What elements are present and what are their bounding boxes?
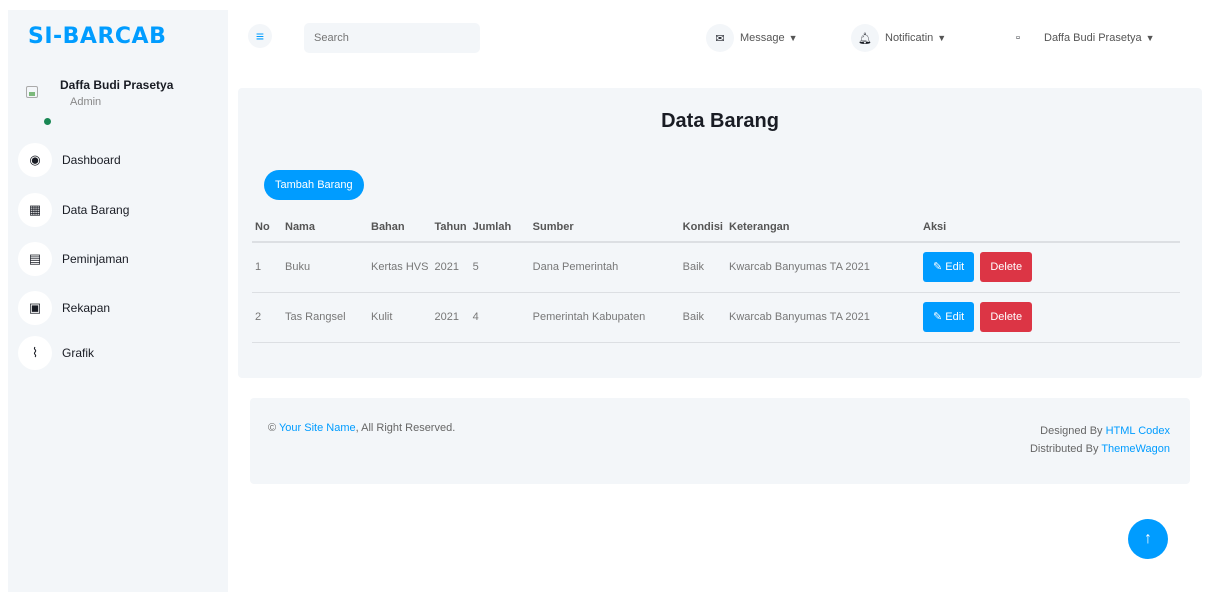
chevron-down-icon: ▼ — [937, 33, 947, 43]
distributor-link[interactable]: ThemeWagon — [1101, 443, 1170, 455]
message-label: Message — [740, 32, 785, 44]
sidebar-item-label: Peminjaman — [62, 252, 129, 266]
edit-icon: ✎ — [933, 261, 946, 274]
profile-name: Daffa Budi Prasetya — [60, 78, 174, 92]
rights-text: , All Right Reserved. — [355, 422, 456, 434]
cell-keterangan: Kwarcab Banyumas TA 2021 — [726, 242, 920, 293]
sidebar-item-label: Data Barang — [62, 203, 130, 217]
cell-jumlah: 5 — [469, 242, 530, 293]
cell-aksi: ✎ Edit Delete — [920, 242, 1180, 293]
cell-no: 2 — [252, 292, 282, 343]
cell-tahun: 2021 — [431, 292, 470, 343]
items-table: No Nama Bahan Tahun Jumlah Sumber Kondis… — [252, 212, 1180, 343]
cell-nama: Tas Rangsel — [282, 292, 368, 343]
cell-aksi: ✎ Edit Delete — [920, 292, 1180, 343]
search-input[interactable] — [304, 23, 480, 53]
cell-bahan: Kertas HVS — [368, 242, 432, 293]
designed-by-text: Designed By — [1040, 425, 1103, 437]
column-header: Jumlah — [469, 212, 530, 243]
arrow-up-icon: ↑ — [1144, 530, 1152, 547]
column-header: Kondisi — [679, 212, 726, 243]
sidebar-item-rekapan[interactable]: ▣ Rekapan — [18, 291, 218, 325]
cell-bahan: Kulit — [368, 292, 432, 343]
cell-nama: Buku — [282, 242, 368, 293]
edit-icon: ✎ — [933, 311, 946, 323]
cell-keterangan: Kwarcab Banyumas TA 2021 — [726, 292, 920, 343]
site-name-link[interactable]: Your Site Name — [279, 422, 356, 434]
profile-role: Admin — [70, 96, 102, 108]
column-header: Sumber — [529, 212, 680, 243]
top-crop — [0, 0, 1205, 10]
user-name: Daffa Budi Prasetya — [1044, 32, 1142, 44]
edit-label: Edit — [945, 261, 965, 274]
cell-no: 1 — [252, 242, 282, 293]
notification-dropdown[interactable]: 🔔︎ Notificatin ▼ — [851, 24, 946, 52]
cell-tahun: 2021 — [431, 242, 470, 293]
edit-label: Edit — [945, 311, 965, 323]
add-item-button[interactable]: Tambah Barang — [264, 170, 364, 200]
sidebar-item-peminjaman[interactable]: ▤ Peminjaman — [18, 242, 218, 276]
broken-image-icon: ▫ — [1016, 32, 1020, 44]
chevron-down-icon: ▼ — [788, 33, 798, 43]
online-status-dot — [44, 118, 51, 125]
back-to-top-button[interactable]: ↑ — [1128, 519, 1168, 559]
table-row: 2 Tas Rangsel Kulit 2021 4 Pemerintah Ka… — [252, 292, 1180, 343]
column-header: Bahan — [368, 212, 432, 243]
broken-image-icon — [26, 86, 38, 98]
avatar — [22, 84, 56, 125]
edit-button[interactable]: ✎ Edit — [923, 252, 975, 283]
grid-icon: ▦ — [18, 193, 52, 227]
bell-icon: 🔔︎ — [851, 24, 879, 52]
data-barang-panel: Data Barang Tambah Barang No Nama Bahan … — [238, 88, 1202, 378]
column-header: Aksi — [920, 212, 1180, 243]
column-header: Tahun — [431, 212, 470, 243]
tachometer-icon: ◉ — [18, 143, 52, 177]
id-card-icon: ▤ — [18, 242, 52, 276]
user-dropdown[interactable]: ▫ Daffa Budi Prasetya ▼ — [1004, 24, 1155, 52]
delete-button[interactable]: Delete — [980, 252, 1033, 283]
delete-button[interactable]: Delete — [980, 302, 1033, 332]
sidebar-item-label: Rekapan — [62, 301, 111, 315]
cell-kondisi: Baik — [679, 242, 726, 293]
sidebar-item-dashboard[interactable]: ◉ Dashboard — [18, 143, 218, 177]
footer: © Your Site Name, All Right Reserved. De… — [250, 398, 1190, 484]
cell-kondisi: Baik — [679, 292, 726, 343]
edit-button[interactable]: ✎ Edit — [923, 302, 975, 332]
page-title: Data Barang — [661, 110, 779, 132]
notification-label: Notificatin — [885, 32, 934, 44]
table-icon: ▣ — [18, 291, 52, 325]
chevron-down-icon: ▼ — [1145, 33, 1155, 43]
chart-line-icon: ⌇ — [18, 336, 52, 370]
brand-logo[interactable]: SI-BARCAB — [28, 24, 166, 49]
sidebar-item-data-barang[interactable]: ▦ Data Barang — [18, 193, 218, 227]
designer-link[interactable]: HTML Codex — [1106, 425, 1170, 437]
table-row: 1 Buku Kertas HVS 2021 5 Dana Pemerintah… — [252, 242, 1180, 293]
cell-jumlah: 4 — [469, 292, 530, 343]
envelope-icon: ✉ — [706, 24, 734, 52]
sidebar-item-label: Dashboard — [62, 153, 121, 167]
table-header-row: No Nama Bahan Tahun Jumlah Sumber Kondis… — [252, 212, 1180, 243]
copyright-symbol: © — [268, 422, 277, 434]
sidebar-item-grafik[interactable]: ⌇ Grafik — [18, 336, 218, 370]
column-header: Keterangan — [726, 212, 920, 243]
distributed-by-text: Distributed By — [1029, 443, 1099, 455]
cell-sumber: Dana Pemerintah — [529, 242, 680, 293]
column-header: Nama — [282, 212, 368, 243]
topbar: ≡ ✉ Message ▼ 🔔︎ Notificatin ▼ ▫ Daffa B… — [228, 10, 1205, 66]
sidebar-item-label: Grafik — [62, 346, 95, 360]
column-header: No — [252, 212, 282, 243]
credits: Designed By HTML Codex Distributed By Th… — [1030, 422, 1170, 458]
cell-sumber: Pemerintah Kabupaten — [529, 292, 680, 343]
message-dropdown[interactable]: ✉ Message ▼ — [706, 24, 798, 52]
copyright: © Your Site Name, All Right Reserved. — [268, 422, 455, 434]
menu-toggle-icon[interactable]: ≡ — [248, 24, 272, 48]
